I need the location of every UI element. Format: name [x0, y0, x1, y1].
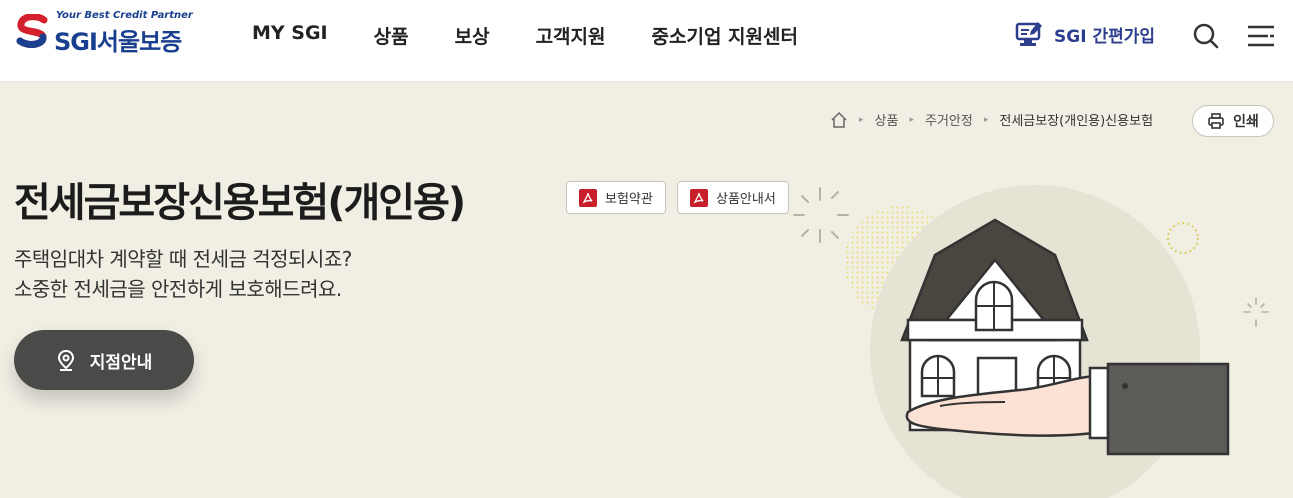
- page-title: 전세금보장신용보험(개인용): [14, 180, 466, 226]
- site-header: Your Best Credit Partner SGI서울보증 MY SGI …: [0, 0, 1293, 82]
- sgi-logo-mark-icon: [16, 14, 48, 48]
- description-line: 소중한 전세금을 안전하게 보호해드려요.: [14, 277, 342, 301]
- page-description: 주택임대차 계약할 때 전세금 걱정되시죠? 소중한 전세금을 안전하게 보호해…: [14, 244, 352, 304]
- printer-icon: [1208, 113, 1224, 129]
- breadcrumb-item-current: 전세금보장(개인용)신용보험: [999, 114, 1154, 129]
- print-label: 인쇄: [1233, 114, 1259, 130]
- breadcrumb-separator-icon: ▸: [859, 114, 864, 125]
- nav-item-my-sgi[interactable]: MY SGI: [252, 22, 328, 49]
- terms-pdf-button[interactable]: 보험약관: [566, 181, 666, 214]
- branch-info-label: 지점안내: [89, 352, 153, 373]
- home-icon[interactable]: [830, 111, 848, 129]
- menu-button[interactable]: [1246, 22, 1276, 50]
- description-line: 주택임대차 계약할 때 전세금 걱정되시죠?: [14, 247, 352, 271]
- product-guide-pdf-label: 상품안내서: [716, 192, 776, 207]
- pdf-icon: [690, 188, 708, 207]
- logo-name: SGI서울보증: [54, 28, 182, 56]
- house-in-hand-illustration: [793, 185, 1269, 498]
- nav-item-customer-support[interactable]: 고객지원: [536, 22, 606, 49]
- branch-info-button[interactable]: 지점안내: [14, 330, 194, 390]
- main-nav: MY SGI 상품 보상 고객지원 중소기업 지원센터: [252, 22, 844, 49]
- computer-signup-icon: [1015, 22, 1042, 46]
- nav-item-sme-center[interactable]: 중소기업 지원센터: [652, 22, 798, 49]
- easy-join-label: SGI 간편가입: [1054, 26, 1156, 47]
- location-pin-icon: [57, 349, 74, 371]
- breadcrumb-item-housing[interactable]: 주거안정: [925, 110, 973, 129]
- breadcrumb-item-products[interactable]: 상품: [875, 110, 899, 129]
- pdf-icon: [579, 188, 597, 207]
- search-icon: [1193, 23, 1219, 49]
- nav-item-claims[interactable]: 보상: [455, 22, 490, 49]
- product-guide-pdf-button[interactable]: 상품안내서: [677, 181, 789, 214]
- breadcrumb: ▸ 상품 ▸ 주거안정 ▸ 전세금보장(개인용)신용보험: [830, 110, 1153, 129]
- nav-item-products[interactable]: 상품: [374, 22, 409, 49]
- breadcrumb-separator-icon: ▸: [983, 114, 989, 125]
- logo-tagline: Your Best Credit Partner: [56, 10, 193, 21]
- breadcrumb-separator-icon: ▸: [909, 114, 914, 125]
- easy-join-button[interactable]: SGI 간편가입: [1014, 20, 1155, 48]
- print-button[interactable]: 인쇄: [1192, 105, 1274, 137]
- menu-icon: [1248, 25, 1274, 47]
- terms-pdf-label: 보험약관: [605, 192, 653, 207]
- search-button[interactable]: [1192, 22, 1220, 50]
- sgi-logo[interactable]: Your Best Credit Partner SGI서울보증: [16, 10, 206, 56]
